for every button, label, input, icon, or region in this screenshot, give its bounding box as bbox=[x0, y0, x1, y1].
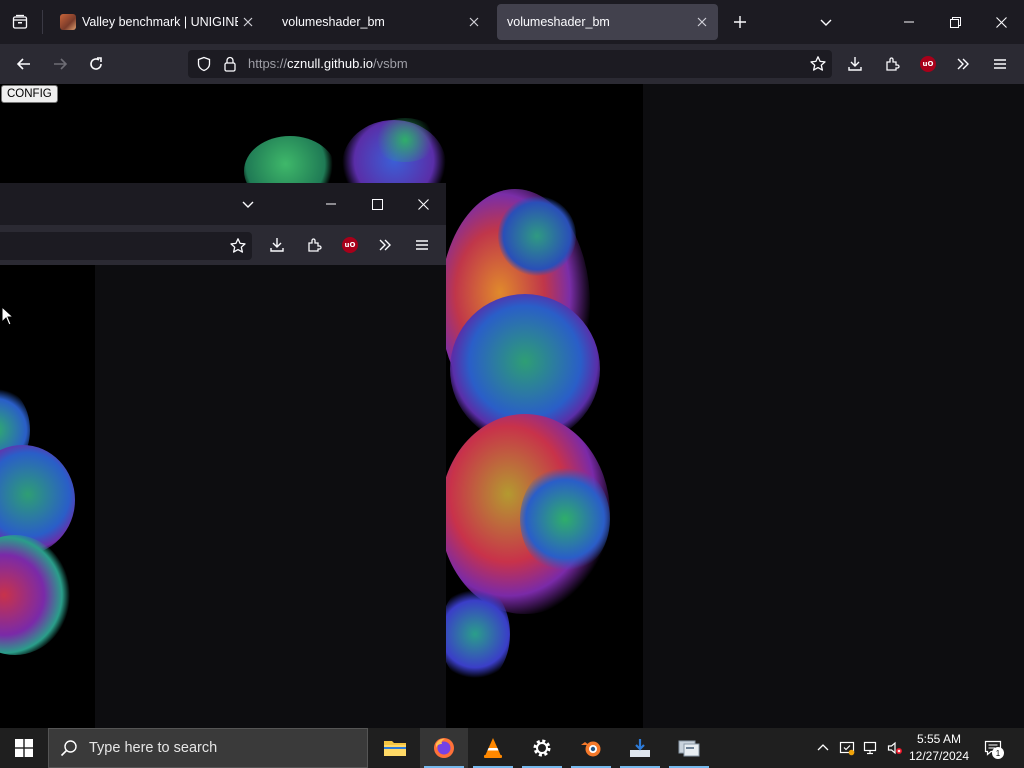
tab-title: volumeshader_bm bbox=[507, 15, 610, 29]
screen: Valley benchmark | UNIGINE Be volumeshad… bbox=[0, 0, 1024, 768]
close-tab-icon[interactable] bbox=[238, 12, 258, 32]
nested-ublock-icon: uO bbox=[339, 234, 361, 256]
taskbar-firefox[interactable] bbox=[420, 728, 468, 768]
url-host: cznull.github.io bbox=[287, 56, 374, 71]
vlc-cone-icon bbox=[484, 738, 502, 758]
navigation-toolbar: https://cznull.github.io/vsbm uO bbox=[0, 44, 1024, 84]
recursive-browser-capture: uO bbox=[0, 183, 446, 728]
notification-count-badge: 1 bbox=[992, 747, 1004, 759]
search-icon bbox=[49, 739, 89, 757]
reload-button[interactable] bbox=[82, 50, 110, 78]
new-tab-button[interactable] bbox=[728, 10, 752, 34]
installer-icon bbox=[630, 739, 650, 757]
restore-button[interactable] bbox=[932, 4, 978, 40]
nested-menu-icon bbox=[411, 234, 433, 256]
nested-more-tools-icon bbox=[374, 234, 396, 256]
taskbar-system-tool[interactable] bbox=[665, 728, 713, 768]
close-tab-icon[interactable] bbox=[464, 12, 484, 32]
folder-icon bbox=[384, 741, 406, 756]
nested-close-icon bbox=[412, 193, 434, 215]
blender-icon bbox=[581, 741, 601, 757]
nested-address-bar bbox=[0, 232, 252, 260]
search-placeholder: Type here to search bbox=[89, 740, 218, 756]
address-bar[interactable]: https://cznull.github.io/vsbm bbox=[188, 50, 832, 78]
config-button[interactable]: CONFIG bbox=[1, 85, 58, 103]
taskbar-installer[interactable] bbox=[616, 728, 664, 768]
taskbar-file-explorer[interactable] bbox=[371, 728, 419, 768]
close-window-button[interactable] bbox=[978, 4, 1024, 40]
ublock-origin-button[interactable]: uO bbox=[914, 50, 942, 78]
tab-separator bbox=[42, 10, 43, 34]
ublock-icon: uO bbox=[920, 56, 936, 72]
url-text[interactable]: https://cznull.github.io/vsbm bbox=[248, 56, 408, 71]
clock-time: 5:55 AM bbox=[916, 732, 962, 746]
taskbar-search-box[interactable]: Type here to search bbox=[48, 728, 368, 768]
forward-button[interactable] bbox=[46, 50, 74, 78]
nested-chevron-down-icon bbox=[237, 193, 259, 215]
tab-valley-benchmark[interactable]: Valley benchmark | UNIGINE Be bbox=[50, 4, 264, 40]
bookmark-star-icon[interactable] bbox=[808, 54, 828, 74]
url-path: /vsbm bbox=[373, 56, 408, 71]
tab-title: Valley benchmark | UNIGINE Be bbox=[82, 15, 238, 29]
volume-muted-icon[interactable] bbox=[884, 728, 906, 768]
url-prefix: https:// bbox=[248, 56, 288, 71]
clock-date: 12/27/2024 bbox=[908, 749, 970, 763]
nested-maximize-icon bbox=[366, 193, 388, 215]
notification-center-button[interactable]: 1 bbox=[980, 736, 1006, 760]
tab-volumeshader-1[interactable]: volumeshader_bm bbox=[272, 4, 490, 40]
canvas-blank-area bbox=[643, 84, 1024, 728]
network-icon[interactable] bbox=[860, 728, 882, 768]
unigine-favicon-icon bbox=[60, 14, 76, 30]
taskbar-blender[interactable] bbox=[567, 728, 615, 768]
system-tool-icon bbox=[678, 740, 700, 757]
start-button[interactable] bbox=[0, 728, 48, 768]
taskbar-settings[interactable] bbox=[518, 728, 566, 768]
taskbar-vlc[interactable] bbox=[469, 728, 517, 768]
chevron-up-icon bbox=[817, 744, 829, 751]
tracking-protection-shield-icon[interactable] bbox=[194, 54, 214, 74]
gear-icon bbox=[533, 739, 551, 757]
nested-tab-strip bbox=[0, 183, 446, 225]
tray-security-icon[interactable] bbox=[836, 728, 858, 768]
downloads-button[interactable] bbox=[841, 50, 869, 78]
page-content: CONFIG uO bbox=[0, 84, 1024, 728]
lock-icon[interactable] bbox=[220, 54, 240, 74]
nested-bookmark-star-icon bbox=[227, 235, 249, 257]
back-button[interactable] bbox=[10, 50, 38, 78]
app-menu-button[interactable] bbox=[986, 50, 1014, 78]
nested-navbar: uO bbox=[0, 225, 446, 265]
firefox-icon bbox=[434, 738, 454, 758]
minimize-button[interactable] bbox=[886, 4, 932, 40]
clock[interactable]: 5:55 AM 12/27/2024 bbox=[904, 731, 974, 765]
nested-downloads-icon bbox=[266, 234, 288, 256]
mouse-cursor-icon bbox=[1, 306, 13, 326]
show-hidden-icons-button[interactable] bbox=[812, 728, 834, 768]
extensions-button[interactable] bbox=[878, 50, 906, 78]
windows-logo-icon bbox=[15, 739, 33, 757]
nested-minimize-icon bbox=[320, 193, 342, 215]
more-tools-button[interactable] bbox=[949, 50, 977, 78]
nested-blank-area bbox=[95, 265, 446, 728]
nested-extensions-icon bbox=[303, 234, 325, 256]
list-all-tabs-button[interactable] bbox=[814, 10, 838, 34]
tab-strip: Valley benchmark | UNIGINE Be volumeshad… bbox=[0, 0, 1024, 44]
close-tab-icon[interactable] bbox=[692, 12, 712, 32]
tab-volumeshader-active[interactable]: volumeshader_bm bbox=[497, 4, 718, 40]
firefox-view-icon[interactable] bbox=[8, 10, 32, 34]
taskbar: Type here to search 5:55 AM 12/27/2024 1 bbox=[0, 728, 1024, 768]
tab-title: volumeshader_bm bbox=[282, 15, 385, 29]
nested-fractal-render bbox=[0, 265, 95, 728]
